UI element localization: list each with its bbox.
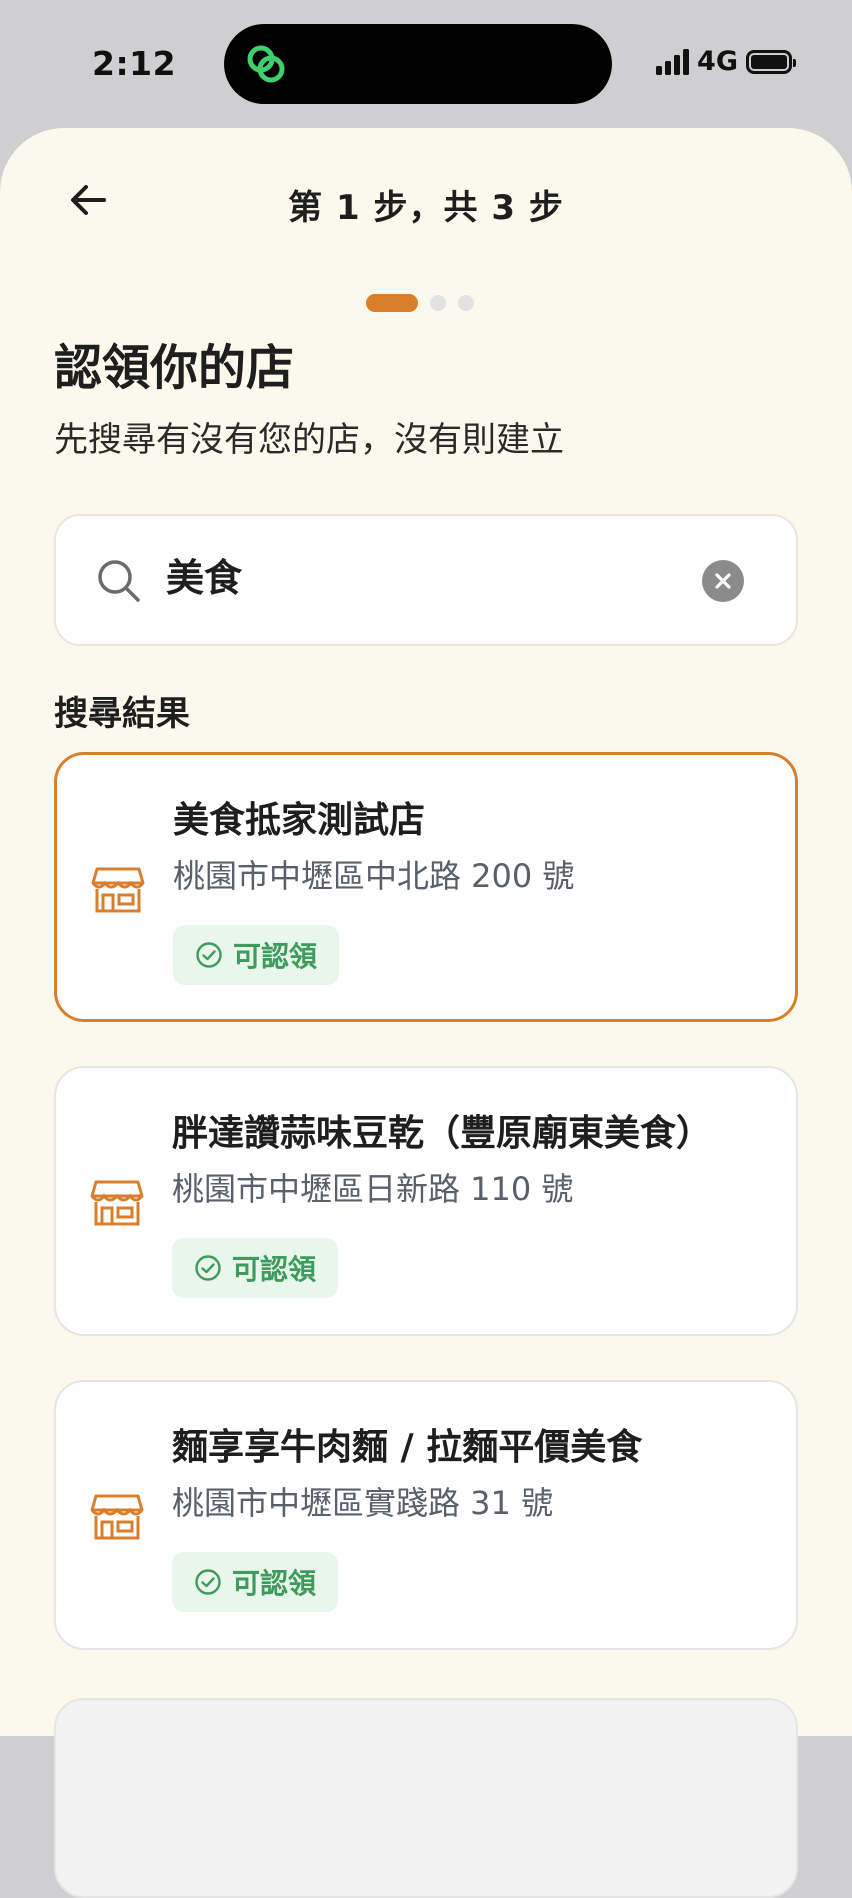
clear-icon bbox=[715, 573, 731, 589]
result-card-partial[interactable] bbox=[54, 1698, 798, 1898]
battery-icon bbox=[746, 49, 796, 74]
signal-icon bbox=[656, 48, 690, 75]
progress-step bbox=[458, 295, 474, 311]
claimable-label: 可認領 bbox=[232, 1253, 317, 1286]
progress-step-active bbox=[366, 294, 418, 312]
store-icon bbox=[91, 867, 145, 913]
page-title: 認領你的店 bbox=[54, 340, 295, 396]
result-card[interactable]: 麵享享牛肉麵 / 拉麵平價美食 桃園市中壢區實踐路 31 號 可認領 bbox=[54, 1380, 798, 1650]
store-address: 桃園市中壢區日新路 110 號 bbox=[172, 1170, 574, 1208]
page-subtitle: 先搜尋有沒有您的店，沒有則建立 bbox=[54, 420, 564, 460]
result-card-selected[interactable]: 美食抵家測試店 桃園市中壢區中北路 200 號 可認領 bbox=[54, 752, 798, 1022]
results-heading: 搜尋結果 bbox=[54, 694, 190, 734]
step-progress bbox=[366, 294, 474, 312]
store-name: 美食抵家測試店 bbox=[173, 800, 426, 841]
result-card[interactable]: 胖達讚蒜味豆乾（豐原廟東美食） 桃園市中壢區日新路 110 號 可認領 bbox=[54, 1066, 798, 1336]
claimable-badge: 可認領 bbox=[172, 1552, 339, 1612]
claimable-label: 可認領 bbox=[233, 940, 318, 973]
claim-store-sheet: 第 1 步，共 3 步 認領你的店 先搜尋有沒有您的店，沒有則建立 搜尋結果 bbox=[0, 128, 852, 1898]
status-time: 2:12 bbox=[92, 44, 177, 83]
check-circle-icon bbox=[195, 1569, 221, 1595]
store-icon bbox=[90, 1180, 144, 1226]
status-bar: 2:12 4G bbox=[0, 0, 852, 120]
status-indicators: 4G bbox=[656, 46, 796, 77]
progress-step bbox=[430, 295, 446, 311]
clear-search-button[interactable] bbox=[702, 560, 744, 602]
store-name: 胖達讚蒜味豆乾（豐原廟東美食） bbox=[172, 1113, 713, 1154]
claimable-badge: 可認領 bbox=[173, 925, 340, 985]
step-indicator-text: 第 1 步，共 3 步 bbox=[288, 188, 564, 228]
claimable-badge: 可認領 bbox=[172, 1238, 339, 1298]
search-input[interactable] bbox=[166, 552, 646, 596]
dynamic-island bbox=[224, 24, 612, 104]
store-address: 桃園市中壢區實踐路 31 號 bbox=[172, 1484, 554, 1522]
store-name: 麵享享牛肉麵 / 拉麵平價美食 bbox=[172, 1427, 643, 1468]
search-icon bbox=[98, 560, 140, 602]
check-circle-icon bbox=[196, 942, 222, 968]
search-field[interactable] bbox=[54, 514, 798, 646]
app-logo-icon bbox=[247, 45, 285, 83]
network-label: 4G bbox=[697, 46, 738, 77]
result-list: 美食抵家測試店 桃園市中壢區中北路 200 號 可認領 胖達讚蒜味豆乾（豐原廟東… bbox=[54, 752, 798, 1694]
claimable-label: 可認領 bbox=[232, 1567, 317, 1600]
check-circle-icon bbox=[195, 1255, 221, 1281]
store-icon bbox=[90, 1494, 144, 1540]
store-address: 桃園市中壢區中北路 200 號 bbox=[173, 857, 575, 895]
